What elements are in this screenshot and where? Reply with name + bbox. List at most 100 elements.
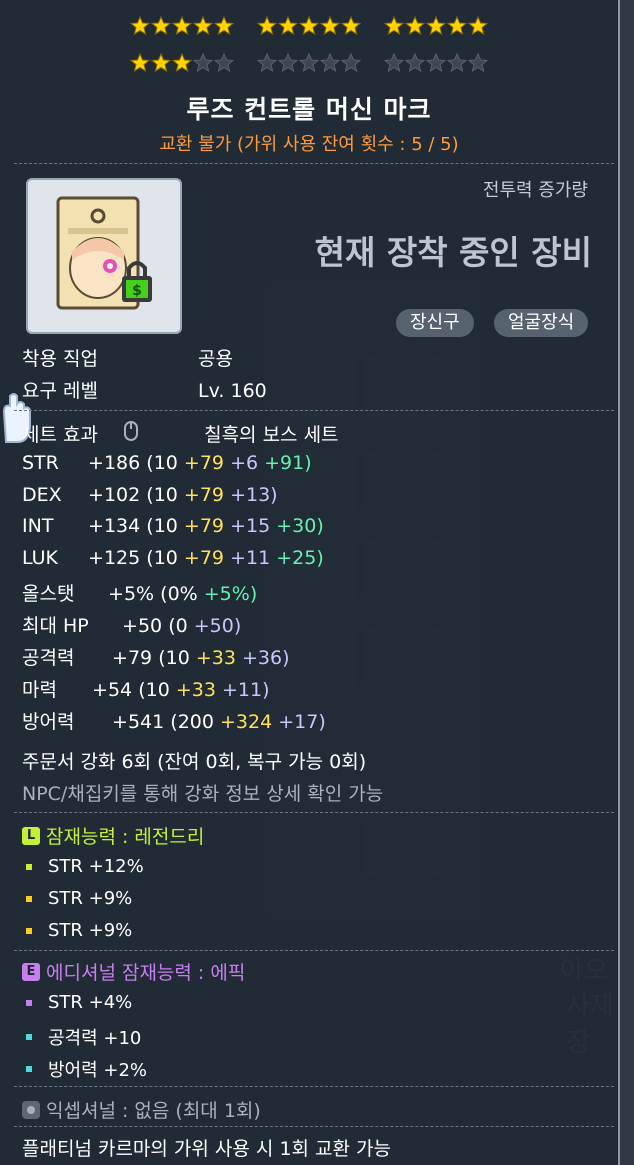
stat-total: +134 [88, 515, 141, 537]
mask-item-icon: $ [56, 196, 152, 310]
star-group [383, 52, 489, 73]
stat-str: STR +186 (10 +79 +6 +91) [22, 452, 312, 474]
stat-base: (0% [160, 583, 198, 605]
star-empty-icon [213, 52, 235, 73]
stat-base: (10 [158, 647, 190, 669]
star-filled-icon [256, 15, 278, 36]
star-force-row [129, 15, 511, 36]
star-empty-icon [446, 52, 468, 73]
star-filled-icon [298, 15, 320, 36]
star-filled-icon [425, 15, 447, 36]
stat-base: (10 [138, 679, 170, 701]
bullet-icon [26, 999, 32, 1006]
stat-scroll: +324 [220, 711, 273, 733]
stat-scroll: +79 [183, 484, 225, 506]
set-effect-label: 세트 효과 [22, 424, 98, 446]
stat-starforce: +50) [193, 615, 242, 637]
divider [14, 1126, 614, 1128]
stat-base: (10 [146, 547, 178, 569]
star-filled-icon [171, 15, 193, 36]
star-group [129, 52, 235, 73]
stat-scroll: +79 [183, 515, 225, 537]
bullet-icon [26, 927, 32, 934]
star-filled-icon [319, 15, 341, 36]
stat-total: +125 [88, 547, 141, 569]
stat-name: 방어력 [22, 711, 75, 733]
star-filled-icon [129, 52, 151, 73]
job-label: 착용 직업 [22, 348, 98, 370]
star-group [383, 15, 489, 36]
stat-name: 최대 HP [22, 615, 89, 637]
additional-potential-line: STR +4% [26, 992, 132, 1013]
additional-potential-line: 공격력 +10 [26, 1024, 141, 1050]
stat-starforce: +13) [230, 484, 278, 506]
trade-restriction: 교환 불가 (가위 사용 잔여 횟수 : 5 / 5) [159, 134, 459, 155]
stat-magic: 마력 +54 (10 +33 +11) [22, 675, 270, 702]
stat-name: DEX [22, 484, 62, 506]
star-group [256, 15, 362, 36]
platinum-karma-note: 플래티넘 카르마의 가위 사용 시 1회 교환 가능 [22, 1138, 392, 1160]
star-filled-icon [277, 15, 299, 36]
stat-starforce: +6 [230, 452, 259, 474]
svg-text:$: $ [132, 283, 142, 299]
stat-name: LUK [22, 547, 59, 569]
additional-potential-value: STR +4% [48, 992, 133, 1013]
star-empty-icon [319, 52, 341, 73]
stat-base: (0 [168, 615, 188, 637]
stat-base: (10 [146, 452, 178, 474]
stat-scroll: +79 [183, 452, 225, 474]
stat-luk: LUK +125 (10 +79 +11 +25) [22, 547, 324, 569]
stat-name: STR [22, 452, 59, 474]
star-empty-icon [192, 52, 214, 73]
stat-total: +54 [92, 679, 133, 701]
additional-potential-value: 공격력 +10 [48, 1028, 142, 1049]
star-filled-icon [446, 15, 468, 36]
star-empty-icon [467, 52, 489, 73]
star-filled-icon [340, 15, 362, 36]
exceptional-row: 익셉셔널 : 없음 (최대 1회) [22, 1096, 261, 1123]
stat-base: (10 [146, 515, 178, 537]
divider [14, 950, 614, 952]
star-filled-icon [213, 15, 235, 36]
star-filled-icon [383, 15, 405, 36]
stat-name: INT [22, 515, 54, 537]
bullet-icon [26, 863, 32, 870]
stat-bonus: +91) [264, 452, 312, 474]
star-group [129, 15, 235, 36]
level-requirement: 요구 레벨 Lv. 160 [22, 376, 267, 403]
stat-bonus: +30) [276, 515, 324, 537]
stat-bonus: +25) [276, 547, 324, 569]
potential-line: STR +12% [26, 856, 144, 877]
star-empty-icon [340, 52, 362, 73]
potential-value: STR +12% [48, 856, 144, 877]
level-label: 요구 레벨 [22, 380, 98, 402]
star-empty-icon [383, 52, 405, 73]
stat-dex: DEX +102 (10 +79 +13) [22, 484, 278, 506]
epic-icon: E [22, 962, 40, 981]
stat-total: +541 [112, 711, 165, 733]
additional-potential-header: E 에디셔널 잠재능력 : 에픽 [22, 958, 245, 985]
bullet-icon [26, 1034, 32, 1040]
potential-line: STR +9% [26, 920, 132, 941]
stat-total: +79 [112, 647, 153, 669]
divider [14, 812, 614, 814]
combat-power-label: 전투력 증가량 [482, 180, 588, 201]
divider [14, 163, 614, 165]
stat-scroll: +79 [183, 547, 225, 569]
additional-potential-title: 에디셔널 잠재능력 : 에픽 [46, 962, 246, 984]
stat-base: (200 [170, 711, 214, 733]
stat-scroll: +33 [175, 679, 216, 701]
potential-value: STR +9% [48, 920, 133, 941]
category-badge: 장신구 [396, 309, 474, 337]
divider [14, 410, 614, 412]
exceptional-text: 익셉셔널 : 없음 (최대 1회) [46, 1100, 261, 1122]
star-filled-icon [150, 15, 172, 36]
stat-total: +102 [88, 484, 141, 506]
bullet-icon [26, 895, 32, 902]
stat-base: (10 [146, 484, 178, 506]
set-effect: 세트 효과 칠흑의 보스 세트 [22, 420, 339, 447]
star-empty-icon [277, 52, 299, 73]
stat-allstat: 올스탯 +5% (0% +5%) [22, 579, 257, 606]
additional-potential-line: 방어력 +2% [26, 1056, 147, 1082]
category-badge: 얼굴장식 [494, 309, 589, 337]
